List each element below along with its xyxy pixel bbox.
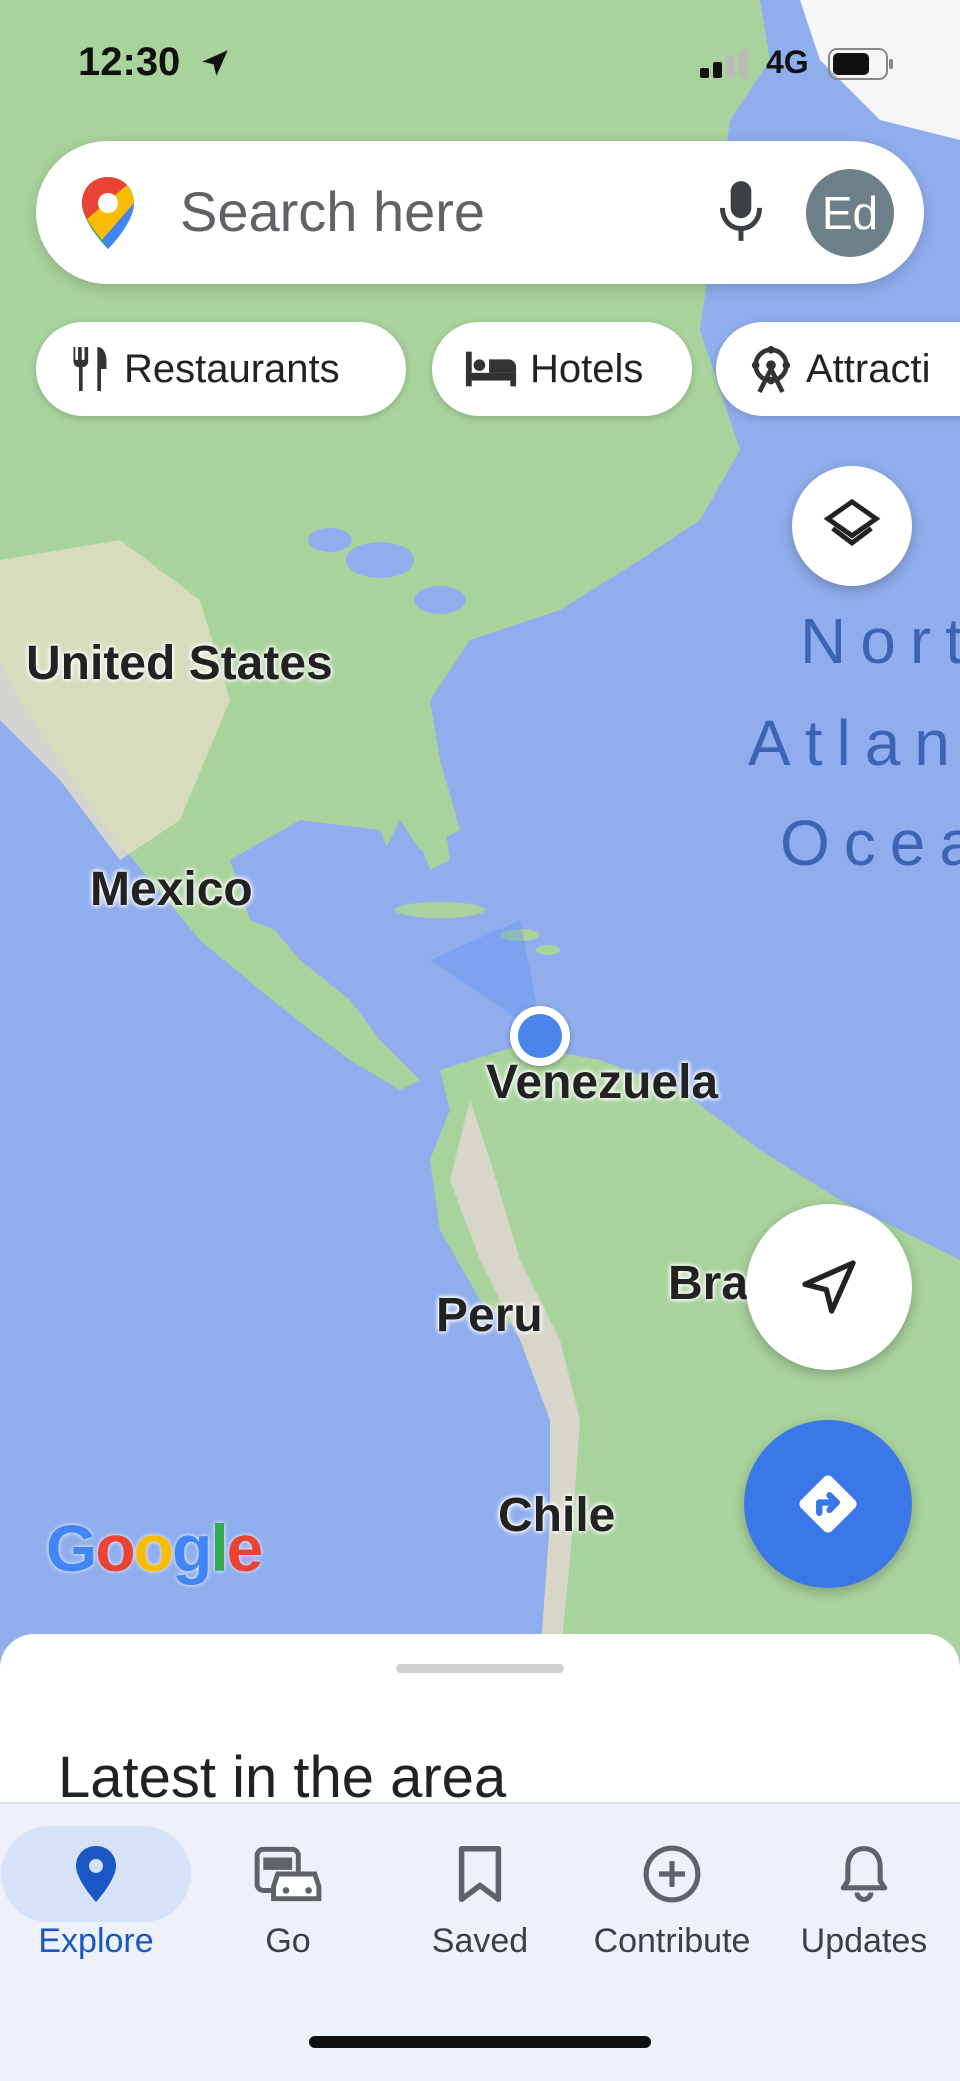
chip-label: Hotels bbox=[530, 346, 644, 391]
status-bar: 12:30 4G bbox=[0, 0, 960, 120]
nav-contribute[interactable]: Contribute bbox=[576, 1804, 768, 1964]
location-pin-icon bbox=[76, 1846, 116, 1902]
map-label-ocean: Nort bbox=[800, 605, 960, 677]
chip-label: Attracti bbox=[806, 346, 931, 391]
nav-explore[interactable]: Explore bbox=[0, 1804, 192, 1964]
nav-go[interactable]: Go bbox=[192, 1804, 384, 1964]
search-input[interactable]: Search here bbox=[180, 179, 485, 244]
layers-icon bbox=[823, 498, 881, 546]
directions-button[interactable] bbox=[744, 1420, 912, 1588]
nav-updates[interactable]: Updates bbox=[768, 1804, 960, 1964]
add-circle-icon bbox=[643, 1845, 701, 1903]
chip-attractions[interactable]: Attracti bbox=[716, 322, 960, 416]
cellular-signal-icon bbox=[700, 50, 748, 78]
home-indicator[interactable] bbox=[309, 2036, 651, 2048]
sheet-title: Latest in the area bbox=[58, 1745, 507, 1810]
map-label-country[interactable]: United States bbox=[26, 636, 333, 691]
nav-label: Saved bbox=[431, 1922, 529, 1960]
battery-icon bbox=[828, 48, 893, 80]
location-arrow-icon bbox=[202, 50, 228, 76]
sheet-handle[interactable] bbox=[396, 1664, 564, 1673]
chip-label: Restaurants bbox=[124, 346, 340, 391]
avatar[interactable]: Ed bbox=[806, 169, 894, 257]
directions-icon bbox=[799, 1475, 857, 1533]
map-label-country[interactable]: Peru bbox=[436, 1288, 543, 1343]
commute-icon bbox=[254, 1846, 322, 1902]
chip-hotels[interactable]: Hotels bbox=[432, 322, 692, 416]
nav-saved[interactable]: Saved bbox=[384, 1804, 576, 1964]
nav-label: Explore bbox=[38, 1922, 154, 1960]
navigation-arrow-icon bbox=[802, 1260, 856, 1314]
map-label-country[interactable]: Chile bbox=[498, 1488, 615, 1543]
google-logo: Google bbox=[46, 1511, 263, 1585]
nav-label: Contribute bbox=[593, 1922, 751, 1960]
status-time: 12:30 bbox=[78, 40, 181, 84]
fork-knife-icon bbox=[68, 345, 112, 393]
map-label-country[interactable]: Venezuela bbox=[486, 1055, 718, 1110]
current-location-dot[interactable] bbox=[510, 1006, 570, 1066]
map-label-ocean: Atlan bbox=[748, 707, 960, 779]
bookmark-icon bbox=[458, 1845, 502, 1903]
my-location-button[interactable] bbox=[746, 1204, 912, 1370]
nav-label: Go bbox=[265, 1922, 311, 1960]
layers-button[interactable] bbox=[792, 466, 912, 586]
map-label-country[interactable]: Mexico bbox=[90, 862, 253, 917]
google-maps-logo-icon bbox=[82, 177, 134, 249]
bell-icon bbox=[840, 1846, 888, 1902]
nav-label: Updates bbox=[800, 1922, 928, 1960]
active-indicator bbox=[1, 1826, 191, 1922]
chip-restaurants[interactable]: Restaurants bbox=[36, 322, 406, 416]
network-type: 4G bbox=[766, 44, 809, 80]
bed-icon bbox=[464, 349, 518, 389]
ferris-wheel-icon bbox=[748, 344, 794, 394]
microphone-icon[interactable] bbox=[716, 179, 766, 245]
map-label-ocean: Ocea bbox=[780, 807, 960, 879]
map-label-country[interactable]: Bra bbox=[668, 1256, 748, 1311]
search-bar[interactable]: Search here Ed bbox=[36, 141, 924, 284]
